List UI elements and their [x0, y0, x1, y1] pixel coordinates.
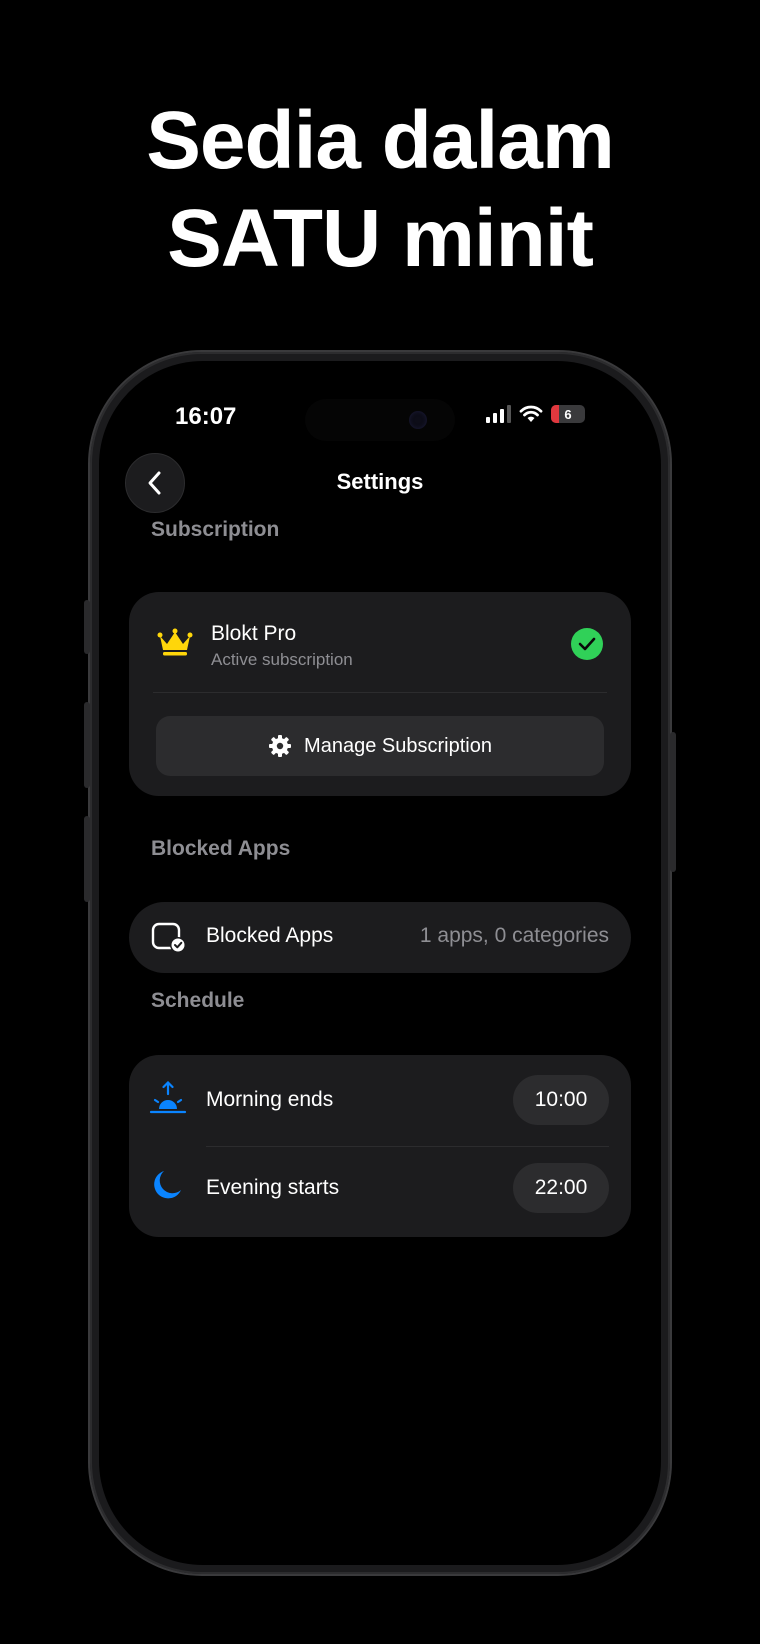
battery-icon: 6 [551, 405, 585, 423]
blocked-apps-value: 1 apps, 0 categories [419, 924, 609, 947]
sunrise-icon [149, 1081, 187, 1114]
schedule-card: Morning ends 10:00 Evening starts 22:00 [129, 1055, 631, 1237]
status-bar: 16:07 6 [99, 397, 661, 441]
morning-time-picker[interactable]: 10:00 [513, 1075, 609, 1125]
app-check-icon [151, 922, 186, 953]
checkmark-icon [571, 628, 603, 660]
volume-up-button [84, 702, 90, 788]
volume-down-button [84, 816, 90, 902]
plan-name: Blokt Pro [211, 622, 297, 645]
signal-icon [486, 405, 511, 423]
schedule-item-label: Morning ends [206, 1088, 334, 1111]
status-indicators: 6 [486, 405, 585, 423]
gear-icon [269, 735, 292, 757]
front-camera [409, 411, 427, 429]
blocked-apps-label: Blocked Apps [206, 924, 334, 947]
section-label-schedule: Schedule [151, 989, 245, 1012]
evening-time-picker[interactable]: 22:00 [513, 1163, 609, 1213]
wifi-icon [519, 405, 543, 422]
manage-subscription-label: Manage Subscription [304, 734, 492, 757]
page-title: Settings [336, 469, 424, 494]
phone-screen: 16:07 6 Settings Subscription Blokt Pro … [99, 361, 661, 1565]
dynamic-island [305, 399, 455, 441]
promo-headline: Sedia dalam SATU minit [0, 92, 760, 288]
plan-status: Active subscription [211, 650, 353, 669]
battery-level: 6 [564, 406, 572, 422]
section-label-subscription: Subscription [151, 518, 280, 541]
divider [153, 692, 607, 693]
power-button [670, 732, 676, 872]
headline-line-2: SATU minit [167, 193, 594, 284]
nav-bar: Settings [99, 453, 661, 513]
subscription-card: Blokt Pro Active subscription Manage Sub… [129, 592, 631, 796]
section-label-blocked-apps: Blocked Apps [151, 837, 291, 860]
moon-icon [154, 1171, 181, 1199]
schedule-item-label: Evening starts [206, 1176, 340, 1199]
blocked-apps-row[interactable]: Blocked Apps 1 apps, 0 categories [129, 902, 631, 973]
manage-subscription-button[interactable]: Manage Subscription [156, 716, 604, 776]
divider [206, 1146, 609, 1147]
headline-line-1: Sedia dalam [146, 95, 615, 186]
crown-icon [157, 628, 193, 656]
status-time: 16:07 [175, 403, 237, 430]
action-button [84, 600, 90, 654]
